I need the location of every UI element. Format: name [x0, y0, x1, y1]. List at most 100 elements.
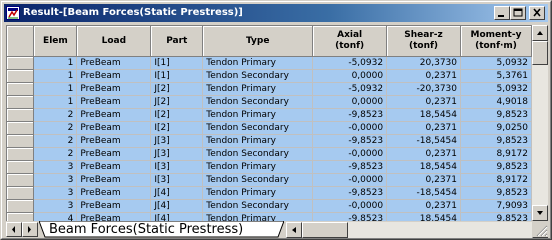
cell-type[interactable]: Tendon Primary [202, 160, 314, 174]
cell-part[interactable]: I[1] [150, 56, 204, 70]
cell-shear-z[interactable]: 18,5454 [386, 108, 461, 122]
cell-shear-z[interactable]: 18,5454 [386, 160, 461, 174]
table-row[interactable]: 3 PreBeam J[4] Tendon Primary -9,8523 -18,545… [7, 186, 532, 200]
column-header-axial[interactable]: Axial (tonf) [312, 26, 388, 57]
cell-part[interactable]: J[2] [150, 95, 204, 109]
cell-shear-z[interactable]: -18,5454 [386, 134, 461, 148]
table-row[interactable]: 3 PreBeam I[3] Tendon Primary -9,8523 18,5454… [7, 160, 532, 174]
cell-load[interactable]: PreBeam [76, 121, 152, 135]
cell-type[interactable]: Tendon Secondary [202, 147, 314, 161]
cell-elem[interactable]: 1 [33, 95, 78, 109]
cell-elem[interactable]: 2 [33, 108, 78, 122]
cell-type[interactable]: Tendon Primary [202, 212, 314, 221]
row-header[interactable] [7, 160, 35, 174]
cell-moment-y[interactable]: 9,8523 [460, 212, 532, 221]
table-row[interactable]: 2 PreBeam J[3] Tendon Secondary -0,0000 0,237… [7, 147, 532, 161]
column-header-part[interactable]: Part [150, 26, 204, 57]
cell-moment-y[interactable]: 5,3761 [460, 69, 532, 83]
table-row[interactable]: 1 PreBeam J[2] Tendon Secondary 0,0000 0,2371… [7, 95, 532, 109]
cell-axial[interactable]: -9,8523 [312, 186, 388, 200]
cell-load[interactable]: PreBeam [76, 147, 152, 161]
scroll-down-button[interactable] [532, 205, 548, 221]
app-icon[interactable] [6, 6, 20, 20]
cell-moment-y[interactable]: 9,8523 [460, 186, 532, 200]
column-header-moment-y[interactable]: Moment-y (tonf·m) [460, 26, 532, 57]
cell-elem[interactable]: 1 [33, 56, 78, 70]
cell-axial[interactable]: -9,8523 [312, 134, 388, 148]
row-header[interactable] [7, 82, 35, 96]
table-row[interactable]: 1 PreBeam J[2] Tendon Primary -5,0932 -20,373… [7, 82, 532, 96]
cell-part[interactable]: I[3] [150, 173, 204, 187]
vertical-scroll-thumb[interactable] [532, 41, 548, 65]
horizontal-scroll-thumb[interactable] [302, 222, 348, 238]
cell-moment-y[interactable]: 9,8523 [460, 108, 532, 122]
cell-moment-y[interactable]: 9,0250 [460, 121, 532, 135]
cell-axial[interactable]: 0,0000 [312, 95, 388, 109]
cell-elem[interactable]: 4 [33, 212, 78, 221]
cell-shear-z[interactable]: 0,2371 [386, 173, 461, 187]
cell-load[interactable]: PreBeam [76, 56, 152, 70]
scroll-left-button[interactable] [286, 222, 302, 238]
cell-axial[interactable]: -0,0000 [312, 199, 388, 213]
cell-load[interactable]: PreBeam [76, 82, 152, 96]
cell-part[interactable]: I[3] [150, 160, 204, 174]
cell-moment-y[interactable]: 9,8523 [460, 160, 532, 174]
cell-load[interactable]: PreBeam [76, 186, 152, 200]
cell-part[interactable]: J[3] [150, 134, 204, 148]
cell-load[interactable]: PreBeam [76, 173, 152, 187]
cell-elem[interactable]: 3 [33, 173, 78, 187]
cell-elem[interactable]: 2 [33, 134, 78, 148]
minimize-button[interactable] [494, 6, 510, 20]
cell-shear-z[interactable]: 0,2371 [386, 121, 461, 135]
cell-moment-y[interactable]: 5,0932 [460, 56, 532, 70]
cell-shear-z[interactable]: 0,2371 [386, 95, 461, 109]
cell-moment-y[interactable]: 4,9018 [460, 95, 532, 109]
cell-shear-z[interactable]: 0,2371 [386, 69, 461, 83]
table-row[interactable]: 3 PreBeam I[3] Tendon Secondary -0,0000 0,237… [7, 173, 532, 187]
cell-elem[interactable]: 3 [33, 186, 78, 200]
close-button[interactable] [529, 6, 545, 20]
cell-axial[interactable]: -0,0000 [312, 173, 388, 187]
row-header[interactable] [7, 134, 35, 148]
tab-scroll-right-button[interactable] [22, 222, 38, 237]
table-row[interactable]: 4 PreBeam I[4] Tendon Primary -9,8523 18,5454… [7, 212, 532, 221]
row-header[interactable] [7, 108, 35, 122]
cell-axial[interactable]: -9,8523 [312, 108, 388, 122]
tab-scroll-left-button[interactable] [6, 222, 22, 237]
results-grid[interactable]: Elem Load Part Type Axial (tonf) Shear-z (tonf)… [6, 25, 532, 221]
cell-part[interactable]: J[2] [150, 82, 204, 96]
maximize-button[interactable] [510, 6, 526, 20]
cell-type[interactable]: Tendon Secondary [202, 199, 314, 213]
cell-shear-z[interactable]: 20,3730 [386, 56, 461, 70]
cell-part[interactable]: J[3] [150, 147, 204, 161]
row-header[interactable] [7, 199, 35, 213]
row-header[interactable] [7, 56, 35, 70]
cell-part[interactable]: I[2] [150, 121, 204, 135]
table-row[interactable]: 1 PreBeam I[1] Tendon Secondary 0,0000 0,2371… [7, 69, 532, 83]
cell-axial[interactable]: -5,0932 [312, 56, 388, 70]
cell-elem[interactable]: 2 [33, 147, 78, 161]
title-bar[interactable]: Result-[Beam Forces(Static Prestress)] [4, 4, 548, 22]
row-header[interactable] [7, 147, 35, 161]
cell-shear-z[interactable]: -18,5454 [386, 186, 461, 200]
cell-type[interactable]: Tendon Secondary [202, 95, 314, 109]
cell-axial[interactable]: -9,8523 [312, 212, 388, 221]
column-header-shear-z[interactable]: Shear-z (tonf) [386, 26, 461, 57]
cell-part[interactable]: I[2] [150, 108, 204, 122]
cell-axial[interactable]: -0,0000 [312, 147, 388, 161]
vertical-scrollbar[interactable] [532, 25, 548, 221]
cell-type[interactable]: Tendon Secondary [202, 173, 314, 187]
row-header[interactable] [7, 173, 35, 187]
column-header-type[interactable]: Type [202, 26, 314, 57]
cell-elem[interactable]: 1 [33, 82, 78, 96]
cell-load[interactable]: PreBeam [76, 212, 152, 221]
table-row[interactable]: 2 PreBeam I[2] Tendon Primary -9,8523 18,5454… [7, 108, 532, 122]
cell-axial[interactable]: -9,8523 [312, 160, 388, 174]
cell-moment-y[interactable]: 9,8523 [460, 134, 532, 148]
cell-moment-y[interactable]: 8,9172 [460, 147, 532, 161]
row-header[interactable] [7, 121, 35, 135]
cell-type[interactable]: Tendon Secondary [202, 69, 314, 83]
cell-type[interactable]: Tendon Primary [202, 108, 314, 122]
row-header[interactable] [7, 186, 35, 200]
tab-beam-forces[interactable]: Beam Forces(Static Prestress) [39, 221, 284, 238]
